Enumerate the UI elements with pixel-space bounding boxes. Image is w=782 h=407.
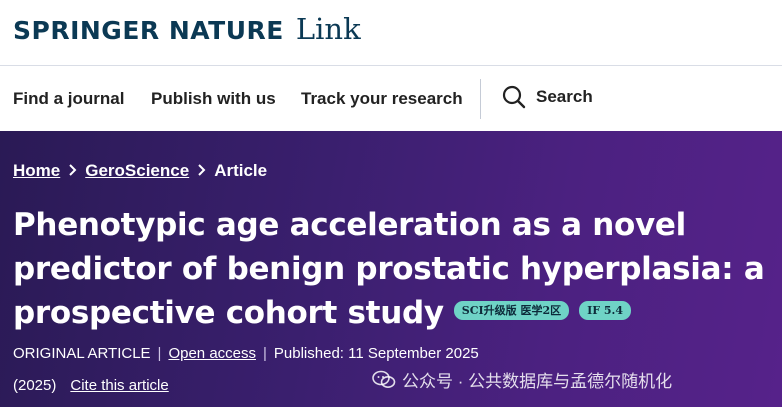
open-access-link[interactable]: Open access — [168, 345, 256, 362]
article-meta: ORIGINAL ARTICLE | Open access | Publish… — [13, 345, 479, 362]
brand-header: SPRINGER NATURE Link — [0, 0, 782, 66]
logo-springer-nature: SPRINGER NATURE — [13, 16, 284, 45]
search-button[interactable]: Search — [502, 85, 593, 109]
article-type: ORIGINAL ARTICLE — [13, 345, 151, 362]
breadcrumb-current: Article — [214, 161, 268, 180]
journal-badges: SCI升级版 医学2区 IF 5.4 — [453, 301, 632, 320]
meta-separator: | — [263, 345, 267, 362]
breadcrumb-journal[interactable]: GeroScience — [85, 161, 189, 181]
breadcrumb: Home GeroScience Article — [13, 161, 267, 181]
search-icon — [502, 85, 526, 109]
springer-nature-link-logo[interactable]: SPRINGER NATURE Link — [13, 12, 361, 46]
article-meta-2: (2025) Cite this article — [13, 377, 169, 394]
wechat-watermark: 公众号 · 公共数据库与孟德尔随机化 — [372, 367, 672, 392]
meta-separator: | — [157, 345, 162, 362]
nav-publish-with-us[interactable]: Publish with us — [151, 89, 276, 109]
wechat-icon — [372, 370, 396, 388]
nav-divider — [480, 79, 481, 119]
chevron-right-icon — [68, 163, 77, 180]
nav-find-journal[interactable]: Find a journal — [13, 89, 124, 109]
sci-rank-badge: SCI升级版 医学2区 — [453, 301, 570, 320]
cite-article-link[interactable]: Cite this article — [70, 377, 168, 394]
watermark-text: 公众号 · 公共数据库与孟德尔随机化 — [402, 372, 673, 391]
article-hero: Home GeroScience Article Phenotypic age … — [0, 131, 782, 407]
chevron-right-icon — [197, 163, 206, 180]
search-label: Search — [536, 87, 593, 106]
main-nav: Find a journal Publish with us Track you… — [0, 67, 782, 131]
impact-factor-badge: IF 5.4 — [579, 301, 632, 320]
article-title-text: Phenotypic age acceleration as a novel p… — [13, 207, 765, 331]
logo-link: Link — [295, 12, 361, 46]
published-date: Published: 11 September 2025 — [273, 345, 479, 362]
article-year: (2025) — [13, 377, 57, 394]
breadcrumb-home[interactable]: Home — [13, 161, 60, 181]
nav-track-research[interactable]: Track your research — [301, 89, 463, 109]
article-title: Phenotypic age acceleration as a novel p… — [13, 203, 782, 335]
